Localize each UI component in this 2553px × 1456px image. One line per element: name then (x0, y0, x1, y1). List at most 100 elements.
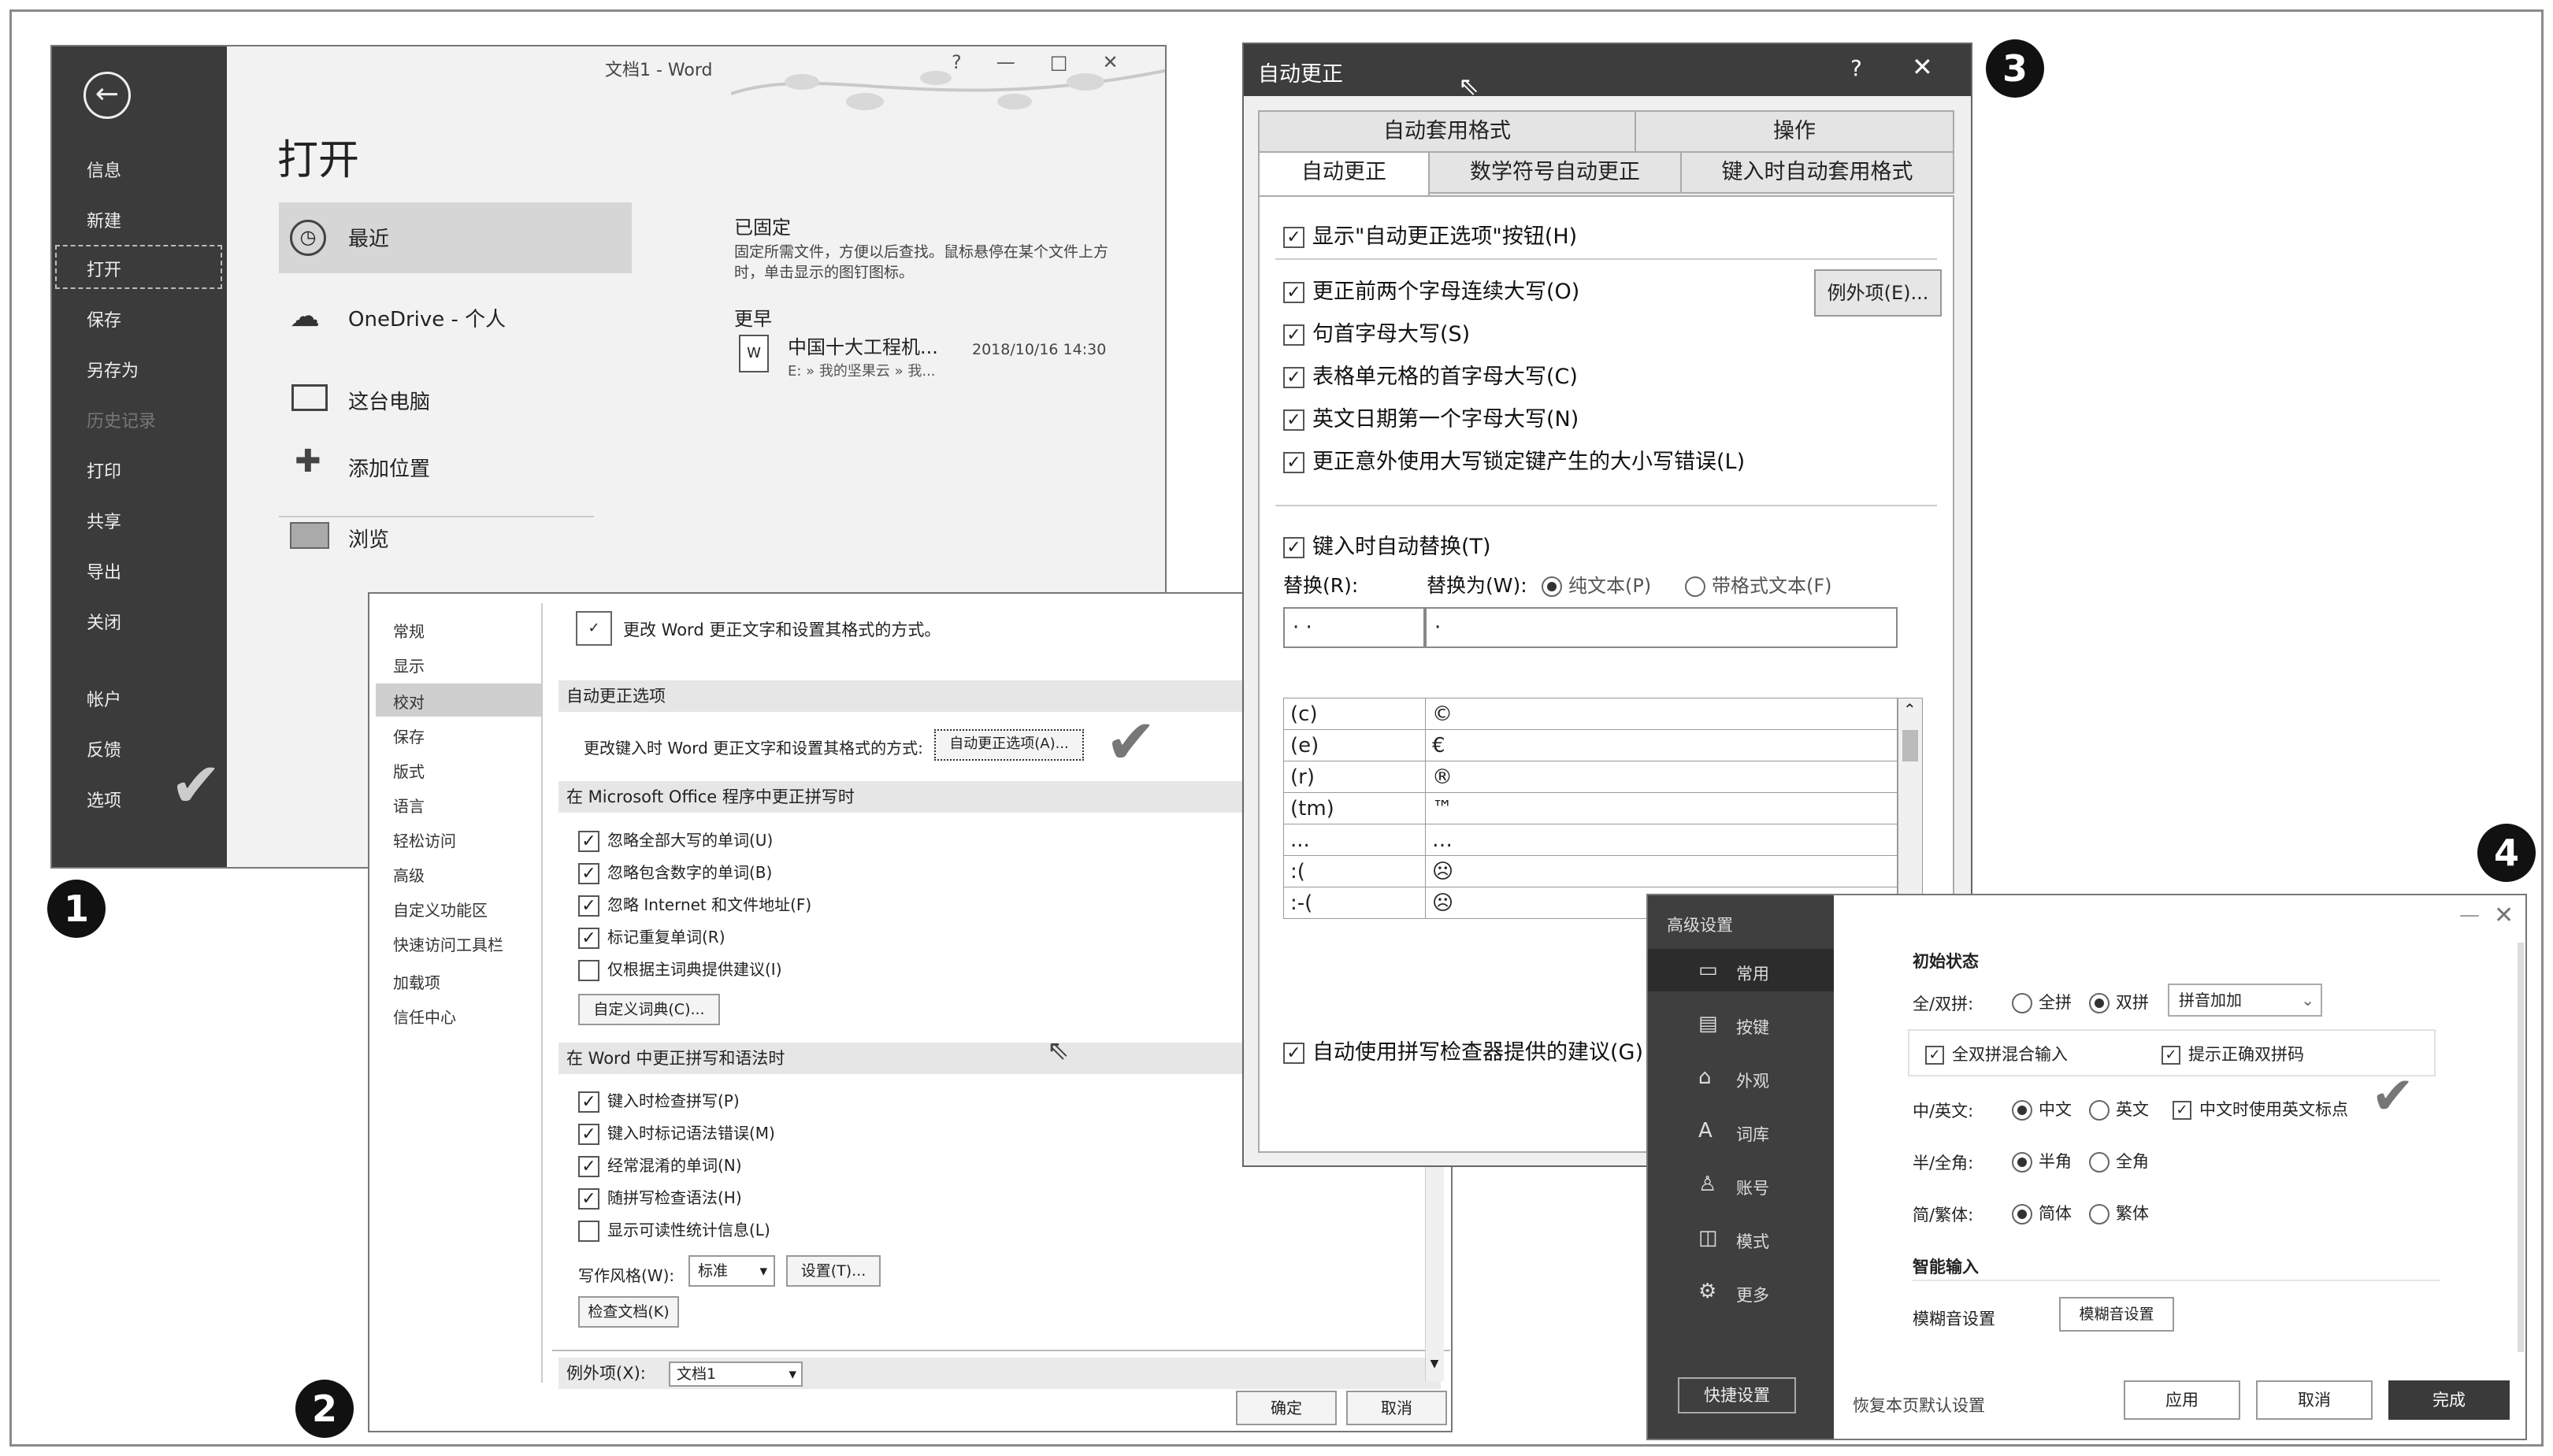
cancel-button[interactable]: 取消 (2256, 1380, 2373, 1420)
restore-defaults-link[interactable]: 恢复本页默认设置 (1853, 1393, 1985, 1417)
table-row[interactable]: (tm) ™ (1283, 792, 1898, 824)
sidebar-item-lexicon[interactable]: 词库 (1736, 1122, 1769, 1146)
table-row[interactable]: (c) © (1283, 698, 1898, 730)
radio[interactable] (1542, 576, 1562, 597)
nav-language[interactable]: 语言 (393, 794, 425, 817)
checkbox[interactable]: ✓ (578, 863, 599, 884)
office-option-row[interactable]: ✓ 忽略 Internet 和文件地址(F) (578, 892, 811, 917)
nav-trust-center[interactable]: 信任中心 (393, 1005, 456, 1028)
scrollbar[interactable] (2518, 943, 2524, 1352)
tab-autocorrect[interactable]: 自动更正 (1258, 151, 1430, 198)
hint-code-option[interactable]: ✓ 提示正确双拼码 (2162, 1042, 2304, 1065)
window-controls[interactable]: ?—□✕ (952, 51, 1153, 73)
tab-autoformat-as-you-type[interactable]: 键入时自动套用格式 (1680, 151, 1954, 194)
radio[interactable] (2089, 1152, 2110, 1173)
checkbox[interactable]: ✓ (578, 1124, 599, 1145)
word-option-row[interactable]: 显示可读性统计信息(L) (578, 1217, 770, 1242)
full-width-radio[interactable]: 全角 (2089, 1149, 2149, 1173)
ok-button[interactable]: 确定 (1236, 1391, 1337, 1425)
scroll-up-icon[interactable]: ⌃ (1903, 700, 1917, 719)
sidebar-item-appearance[interactable]: 外观 (1736, 1069, 1769, 1092)
table-row[interactable]: (e) € (1283, 729, 1898, 761)
checkbox[interactable]: ✓ (578, 1188, 599, 1210)
checkbox[interactable]: ✓ (578, 1091, 599, 1113)
nav-layout[interactable]: 版式 (393, 759, 425, 782)
radio[interactable] (2089, 993, 2110, 1013)
sidebar-item-saveas[interactable]: 另存为 (87, 357, 139, 382)
nav-proofing[interactable]: 校对 (393, 690, 425, 713)
nav-display[interactable]: 显示 (393, 654, 425, 676)
sidebar-item-print[interactable]: 打印 (87, 458, 121, 483)
english-radio[interactable]: 英文 (2089, 1097, 2149, 1121)
formatted-text-radio[interactable]: 带格式文本(F) (1685, 570, 1832, 598)
spellcheck-suggestions-option[interactable]: ✓ 自动使用拼写检查器提供的建议(G) (1283, 1035, 1643, 1065)
recent-file-item[interactable]: W 中国十大工程机... E: » 我的坚果云 » 我... 2018/10/1… (734, 330, 1160, 393)
checkbox[interactable]: ✓ (578, 895, 599, 917)
close-icon[interactable]: ✕ (2494, 902, 2514, 929)
sidebar-item-open[interactable]: 打开 (87, 256, 121, 281)
help-icon[interactable]: ? (952, 51, 996, 73)
autocorrect-option[interactable]: ✓ 英文日期第一个字母大写(N) (1283, 402, 1579, 432)
location-add-place[interactable]: ✚ 添加位置 (279, 440, 632, 495)
nav-accessibility[interactable]: 轻松访问 (393, 828, 456, 851)
checkbox[interactable]: ✓ (2162, 1046, 2180, 1065)
plain-text-radio[interactable]: 纯文本(P) (1542, 570, 1651, 598)
autocorrect-options-button[interactable]: 自动更正选项(A)... (934, 729, 1084, 761)
writing-style-select[interactable]: 标准 ▾ (688, 1255, 775, 1287)
done-button[interactable]: 完成 (2388, 1380, 2510, 1420)
nav-qat[interactable]: 快速访问工具栏 (393, 932, 503, 955)
nav-save[interactable]: 保存 (393, 724, 425, 747)
minimize-icon[interactable]: — (2459, 903, 2480, 927)
tab-autoformat[interactable]: 自动套用格式 (1258, 110, 1636, 153)
word-option-row[interactable]: ✓ 经常混淆的单词(N) (578, 1153, 742, 1177)
sidebar-item-save[interactable]: 保存 (87, 306, 121, 332)
location-browse[interactable]: 浏览 (279, 511, 632, 566)
nav-ribbon[interactable]: 自定义功能区 (393, 898, 488, 921)
checkbox[interactable]: ✓ (578, 1156, 599, 1177)
sidebar-item-new[interactable]: 新建 (87, 207, 121, 232)
recheck-document-button[interactable]: 检查文档(K) (578, 1296, 679, 1328)
radio[interactable] (2089, 1204, 2110, 1224)
chinese-radio[interactable]: 中文 (2012, 1097, 2072, 1121)
sidebar-item-close[interactable]: 关闭 (87, 609, 121, 634)
table-row[interactable]: ...… (1283, 824, 1898, 856)
show-button-option[interactable]: ✓ 显示"自动更正选项"按钮(H) (1283, 219, 1577, 250)
style-settings-button[interactable]: 设置(T)... (786, 1255, 881, 1287)
sidebar-item-info[interactable]: 信息 (87, 157, 121, 182)
close-icon[interactable]: ✕ (1102, 51, 1152, 73)
sidebar-item-options[interactable]: 选项 (87, 787, 121, 812)
maximize-icon[interactable]: □ (1050, 51, 1103, 73)
office-option-row[interactable]: ✓ 忽略全部大写的单词(U) (578, 828, 773, 852)
checkbox[interactable] (578, 960, 599, 981)
scroll-thumb[interactable] (1902, 730, 1918, 761)
nav-addins[interactable]: 加载项 (393, 970, 440, 993)
word-option-row[interactable]: ✓ 键入时检查拼写(P) (578, 1088, 740, 1113)
autocorrect-option[interactable]: ✓ 表格单元格的首字母大写(C) (1283, 359, 1578, 390)
radio[interactable] (2012, 1152, 2032, 1173)
help-icon[interactable]: ? (1850, 55, 1862, 81)
sidebar-item-feedback[interactable]: 反馈 (87, 736, 121, 761)
checkbox[interactable]: ✓ (1283, 537, 1304, 558)
radio[interactable] (2012, 993, 2032, 1013)
custom-dictionaries-button[interactable]: 自定义词典(C)... (578, 994, 720, 1025)
checkbox[interactable]: ✓ (1283, 227, 1304, 248)
simplified-radio[interactable]: 简体 (2012, 1201, 2072, 1224)
table-scrollbar[interactable]: ⌃ (1898, 698, 1923, 926)
nav-advanced[interactable]: 高级 (393, 863, 425, 886)
word-option-row[interactable]: ✓ 键入时标记语法错误(M) (578, 1121, 775, 1145)
exceptions-doc-select[interactable]: 文档1 ▾ (669, 1362, 803, 1387)
cn-punctuation-option[interactable]: ✓ 中文时使用英文标点 (2173, 1097, 2348, 1121)
traditional-radio[interactable]: 繁体 (2089, 1201, 2149, 1224)
location-recent[interactable]: ◷ 最近 (279, 202, 632, 273)
tab-actions[interactable]: 操作 (1635, 110, 1954, 153)
back-arrow-icon[interactable]: ← (83, 72, 131, 119)
checkbox[interactable]: ✓ (2173, 1101, 2191, 1120)
checkbox[interactable]: ✓ (1283, 452, 1304, 473)
apply-button[interactable]: 应用 (2124, 1380, 2240, 1420)
cancel-button[interactable]: 取消 (1346, 1391, 1447, 1425)
checkbox[interactable]: ✓ (578, 831, 599, 852)
sidebar-item-share[interactable]: 共享 (87, 508, 121, 533)
sidebar-item-general[interactable]: 常用 (1736, 961, 1769, 985)
checkbox[interactable]: ✓ (578, 928, 599, 949)
autocorrect-option[interactable]: ✓ 更正意外使用大写锁定键产生的大小写错误(L) (1283, 444, 1745, 475)
